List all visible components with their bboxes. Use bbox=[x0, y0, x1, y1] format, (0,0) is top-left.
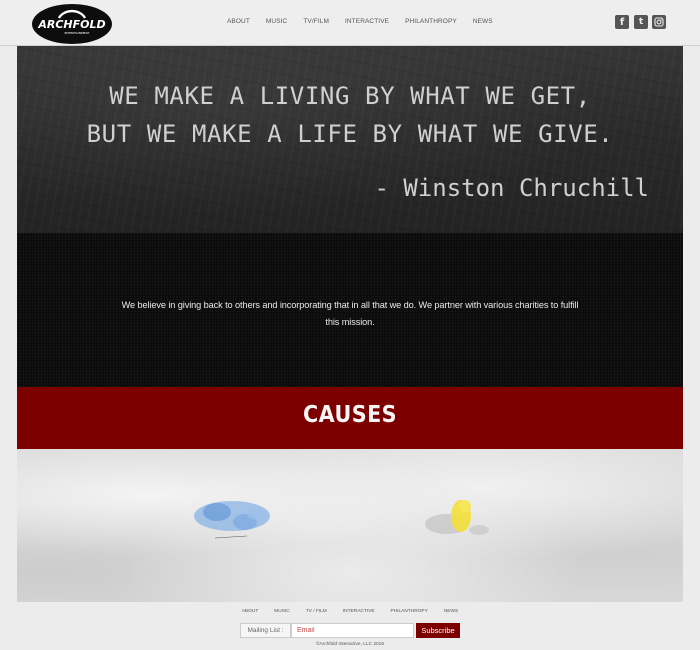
twitter-icon[interactable]: t bbox=[634, 15, 648, 29]
quote-line-2: BUT WE MAKE A LIFE BY WHAT WE GIVE. bbox=[86, 120, 614, 148]
subscribe-button[interactable]: Subscribe bbox=[416, 623, 460, 638]
nav-interactive[interactable]: INTERACTIVE bbox=[345, 18, 389, 25]
causes-gallery bbox=[17, 449, 683, 602]
nav-news[interactable]: NEWS bbox=[473, 18, 493, 25]
nav-music[interactable]: MUSIC bbox=[266, 18, 287, 25]
footer-nav-about[interactable]: ABOUT bbox=[242, 609, 259, 614]
instagram-icon[interactable] bbox=[652, 15, 666, 29]
facebook-icon[interactable]: f bbox=[615, 15, 629, 29]
facebook-glyph: f bbox=[619, 16, 625, 28]
causes-header: CAUSES bbox=[17, 387, 683, 449]
archfold-logo[interactable]: ARCHFOLD ENTERTAINMENT bbox=[31, 2, 113, 45]
cause-logo-blue[interactable] bbox=[187, 494, 287, 549]
svg-text:ENTERTAINMENT: ENTERTAINMENT bbox=[64, 31, 89, 35]
footer-nav-music[interactable]: MUSIC bbox=[274, 609, 289, 614]
footer-nav-news[interactable]: NEWS bbox=[444, 609, 458, 614]
quote-line-1: WE MAKE A LIVING BY WHAT WE GET, bbox=[109, 82, 591, 110]
hero-quote-banner: WE MAKE A LIVING BY WHAT WE GET, BUT WE … bbox=[17, 46, 683, 233]
nav-about[interactable]: ABOUT bbox=[227, 18, 250, 25]
footer-nav-interactive[interactable]: INTERACTIVE bbox=[343, 609, 375, 614]
footer-nav-philanthropy[interactable]: PHILANTHROPY bbox=[391, 609, 428, 614]
main-nav: ABOUT MUSIC TV/FILM INTERACTIVE PHILANTH… bbox=[227, 18, 509, 25]
cause-logo-yellow[interactable] bbox=[417, 494, 517, 549]
mission-section: We believe in giving back to others and … bbox=[17, 233, 683, 387]
nav-philanthropy[interactable]: PHILANTHROPY bbox=[405, 18, 457, 25]
mailing-list-label: Mailing List : bbox=[240, 623, 291, 638]
mission-text: We believe in giving back to others and … bbox=[121, 300, 579, 327]
svg-text:ARCHFOLD: ARCHFOLD bbox=[37, 18, 105, 31]
nav-tv-film[interactable]: TV/FILM bbox=[303, 18, 329, 25]
footer-nav: ABOUT MUSIC TV / FILM INTERACTIVE PHILAN… bbox=[0, 609, 700, 614]
copyright: ©Archfold Interactive, LLC 2015 bbox=[315, 642, 385, 647]
email-field[interactable] bbox=[291, 623, 414, 638]
site-header: ARCHFOLD ENTERTAINMENT ABOUT MUSIC TV/FI… bbox=[0, 0, 700, 46]
footer-nav-tv-film[interactable]: TV / FILM bbox=[306, 609, 327, 614]
twitter-glyph: t bbox=[638, 17, 644, 27]
quote-author: - Winston Chruchill bbox=[374, 174, 649, 202]
causes-title: CAUSES bbox=[302, 402, 398, 428]
